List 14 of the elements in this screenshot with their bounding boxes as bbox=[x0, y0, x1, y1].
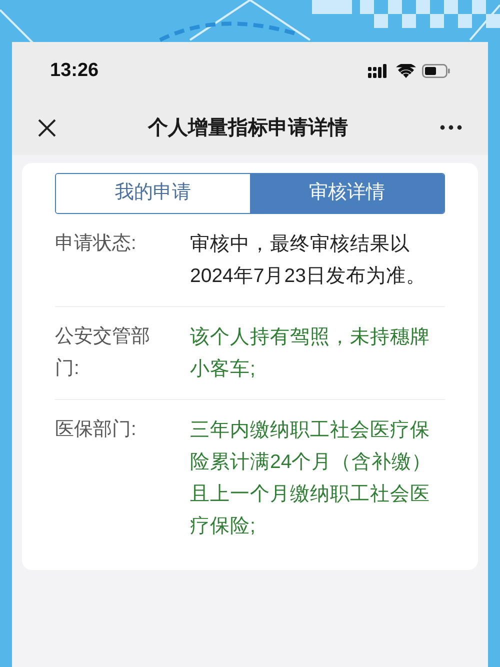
close-icon bbox=[38, 118, 56, 136]
field-value: 三年内缴纳职工社会医疗保险累计满24个月（含补缴）且上一个月缴纳职工社会医疗保险; bbox=[190, 418, 433, 539]
field-value: 审核中，最终审核结果以2024年7月23日发布为准。 bbox=[190, 232, 427, 289]
field-label: 申请状态: bbox=[55, 232, 138, 256]
more-icon bbox=[440, 125, 462, 130]
wifi-icon bbox=[396, 64, 416, 78]
field-value: 该个人持有驾照，未持穗牌小客车; bbox=[190, 325, 431, 382]
close-button[interactable] bbox=[37, 118, 57, 138]
battery-icon bbox=[422, 64, 450, 78]
page-title: 个人增量指标申请详情 bbox=[148, 116, 348, 140]
segment-tab[interactable]: 审核详情 bbox=[250, 174, 444, 213]
field-label: 医保部门: bbox=[55, 418, 138, 442]
clock-time: 13:26 bbox=[50, 58, 99, 83]
field-label: 公安交管部门: bbox=[55, 325, 151, 381]
